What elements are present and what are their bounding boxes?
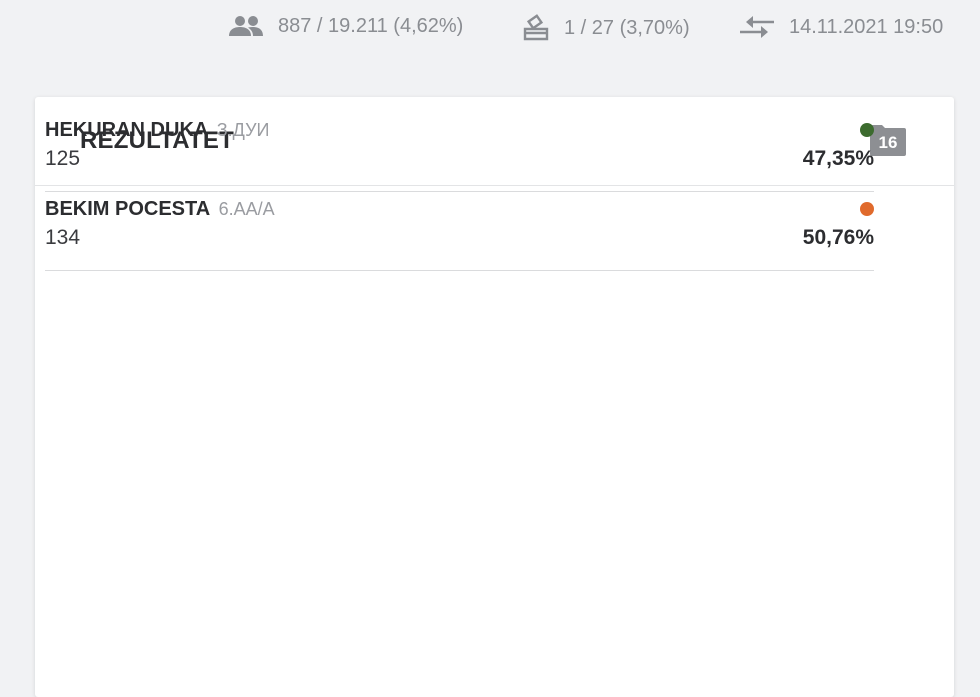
polling-stations-stat-text: 1 / 27 (3,70%) [564, 16, 690, 39]
candidate-line: HEKURAN DUKA З.ДУИ [45, 119, 269, 142]
people-icon [228, 14, 264, 38]
candidate-color-dot [860, 123, 874, 137]
candidate-color-dot [860, 202, 874, 216]
result-row: BEKIM POCESTA 6.АА/А 134 50,76% [45, 192, 874, 271]
candidate-percent: 47,35% [802, 147, 874, 170]
stats-bar: 887 / 19.211 (4,62%) 1 / 27 (3,70%) 14.1… [0, 0, 980, 62]
candidate-name: BEKIM POCESTA [45, 198, 211, 220]
candidate-votes: 125 [45, 147, 81, 170]
candidate-line: BEKIM POCESTA 6.АА/А [45, 198, 275, 221]
voters-stat-text: 887 / 19.211 (4,62%) [278, 14, 464, 37]
polling-stations-stat: 1 / 27 (3,70%) [522, 14, 690, 42]
swap-arrows-icon [739, 14, 775, 40]
folder-count-badge[interactable]: 16 [869, 124, 907, 156]
candidate-percent: 50,76% [802, 226, 874, 249]
results-list: HEKURAN DUKA З.ДУИ 125 47,35% BEKIM POCE… [45, 113, 874, 271]
candidate-party: 6.АА/А [218, 199, 275, 219]
candidate-name: HEKURAN DUKA [45, 119, 209, 141]
result-row: HEKURAN DUKA З.ДУИ 125 47,35% [45, 113, 874, 192]
ballot-box-icon [522, 14, 550, 42]
last-updated-stat: 14.11.2021 19:50 [739, 14, 943, 40]
last-updated-stat-text: 14.11.2021 19:50 [789, 15, 944, 38]
folder-count: 16 [878, 133, 898, 152]
voters-stat: 887 / 19.211 (4,62%) [228, 14, 463, 38]
candidate-votes: 134 [45, 226, 81, 249]
candidate-party: З.ДУИ [216, 120, 270, 140]
